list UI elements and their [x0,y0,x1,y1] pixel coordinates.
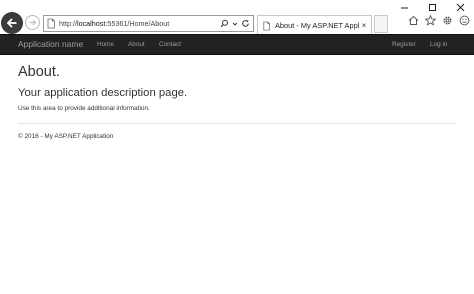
nav-link-login[interactable]: Log in [430,41,447,48]
dropdown-icon[interactable] [232,21,238,27]
browser-toolbar-icons [408,15,470,26]
refresh-icon[interactable] [241,19,250,28]
address-bar[interactable]: http://localhost:55361/Home/About [43,15,254,32]
nav-link-home[interactable]: Home [97,41,114,48]
new-tab-button[interactable] [374,15,388,33]
tab-close-button[interactable]: × [359,21,369,30]
address-text[interactable]: http://localhost:55361/Home/About [59,19,220,28]
page-icon [47,18,55,29]
search-icon[interactable] [220,19,229,28]
settings-gear-icon [443,16,452,25]
browser-toolbar: http://localhost:55361/Home/About About … [0,11,474,35]
back-button[interactable] [1,12,23,34]
favorites-button[interactable] [425,15,436,26]
forward-button[interactable] [25,15,40,30]
back-arrow-icon [6,18,17,28]
home-button[interactable] [408,15,419,26]
footer-divider [18,123,456,124]
brand-link[interactable]: Application name [18,39,83,49]
nav-link-about[interactable]: About [128,41,145,48]
page-icon [263,21,271,30]
tab-title: About - My ASP.NET Appli... [275,21,359,30]
page-title: About. [18,64,60,80]
nav-link-register[interactable]: Register [392,41,416,48]
smiley-icon [459,15,470,26]
favorites-star-icon [425,15,436,26]
page-subtitle: Your application description page. [18,87,188,99]
nav-link-contact[interactable]: Contact [159,41,181,48]
page-description: Use this area to provide additional info… [18,105,150,112]
site-navbar: Application name Home About Contact Regi… [0,34,474,55]
feedback-button[interactable] [459,15,470,26]
tab-about[interactable]: About - My ASP.NET Appli... × [257,15,372,35]
home-icon [408,15,419,25]
forward-arrow-icon [29,19,37,26]
footer-text: © 2016 - My ASP.NET Application [18,133,114,140]
settings-button[interactable] [442,15,453,26]
